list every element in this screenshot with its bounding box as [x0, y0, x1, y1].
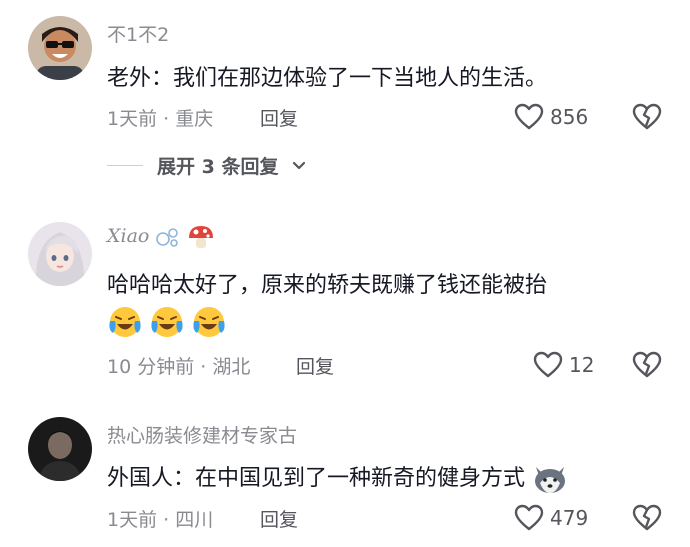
- location-label: 湖北: [212, 356, 251, 378]
- location-label: 重庆: [175, 108, 214, 130]
- mushroom-icon: [189, 226, 214, 248]
- reply-button[interactable]: 回复: [260, 505, 298, 532]
- comment-text: 外国人：在中国见到了一种新奇的健身方式: [107, 460, 568, 495]
- avatar[interactable]: [28, 417, 92, 481]
- like-button[interactable]: 12: [533, 351, 594, 378]
- location-label: 四川: [175, 509, 214, 531]
- chevron-down-icon: [293, 161, 306, 169]
- time-label: 10 分钟前: [107, 356, 195, 378]
- expand-replies-button[interactable]: 展开 3 条回复: [107, 152, 306, 179]
- comment-2: Xiao 哈哈哈太好了，原来的轿夫既赚了钱还能被抬 10 分钟前 · 湖北 回复…: [0, 210, 690, 400]
- broken-heart-icon: [632, 504, 662, 531]
- separator: ·: [157, 509, 176, 531]
- expand-replies-label: 展开 3 条回复: [157, 156, 279, 178]
- heart-icon: [514, 504, 544, 531]
- username[interactable]: 热心肠装修建材专家古: [107, 421, 297, 448]
- like-count: 856: [550, 104, 589, 129]
- anime-girl-avatar-icon: [28, 222, 92, 286]
- comment-meta: 10 分钟前 · 湖北: [107, 352, 250, 379]
- avatar[interactable]: [28, 222, 92, 286]
- separator: ·: [157, 108, 176, 130]
- man-dark-avatar-icon: [28, 417, 92, 481]
- time-label: 1天前: [107, 108, 158, 130]
- like-button[interactable]: 479: [514, 504, 588, 531]
- broken-heart-icon: [632, 351, 662, 378]
- bubbles-icon: [156, 228, 179, 247]
- divider-line: [107, 164, 143, 167]
- time-label: 1天前: [107, 509, 158, 531]
- broken-heart-icon: [632, 103, 662, 130]
- husky-emoji-icon: [535, 467, 566, 493]
- dislike-button[interactable]: [632, 351, 662, 382]
- comment-meta: 1天前 · 重庆: [107, 104, 213, 131]
- laughing-crying-emoji-icon: [193, 307, 225, 337]
- username[interactable]: Xiao: [107, 224, 215, 250]
- comment-text-content: 外国人：在中国见到了一种新奇的健身方式: [107, 466, 526, 491]
- username-text: Xiao: [107, 225, 150, 247]
- reply-button[interactable]: 回复: [296, 352, 334, 379]
- heart-icon: [533, 351, 563, 378]
- reply-button[interactable]: 回复: [260, 104, 298, 131]
- like-count: 12: [569, 352, 595, 377]
- heart-icon: [514, 103, 544, 130]
- comment-1: 不1不2 老外：我们在那边体验了一下当地人的生活。 1天前 · 重庆 回复 85…: [0, 0, 690, 200]
- username[interactable]: 不1不2: [107, 20, 169, 47]
- avatar[interactable]: [28, 16, 92, 80]
- dislike-button[interactable]: [632, 504, 662, 535]
- comment-text: 老外：我们在那边体验了一下当地人的生活。: [107, 66, 548, 91]
- man-sunglasses-avatar-icon: [28, 16, 92, 80]
- laughing-crying-emoji-icon: [109, 307, 141, 337]
- laughing-crying-emoji-icon: [151, 307, 183, 337]
- separator: ·: [194, 356, 213, 378]
- comment-text: 哈哈哈太好了，原来的轿夫既赚了钱还能被抬: [107, 273, 548, 298]
- comment-meta: 1天前 · 四川: [107, 505, 213, 532]
- comment-3: 热心肠装修建材专家古 外国人：在中国见到了一种新奇的健身方式 1天前 · 四川 …: [0, 405, 690, 547]
- dislike-button[interactable]: [632, 103, 662, 134]
- like-count: 479: [550, 505, 589, 530]
- emoji-row: [107, 304, 227, 340]
- like-button[interactable]: 856: [514, 103, 588, 130]
